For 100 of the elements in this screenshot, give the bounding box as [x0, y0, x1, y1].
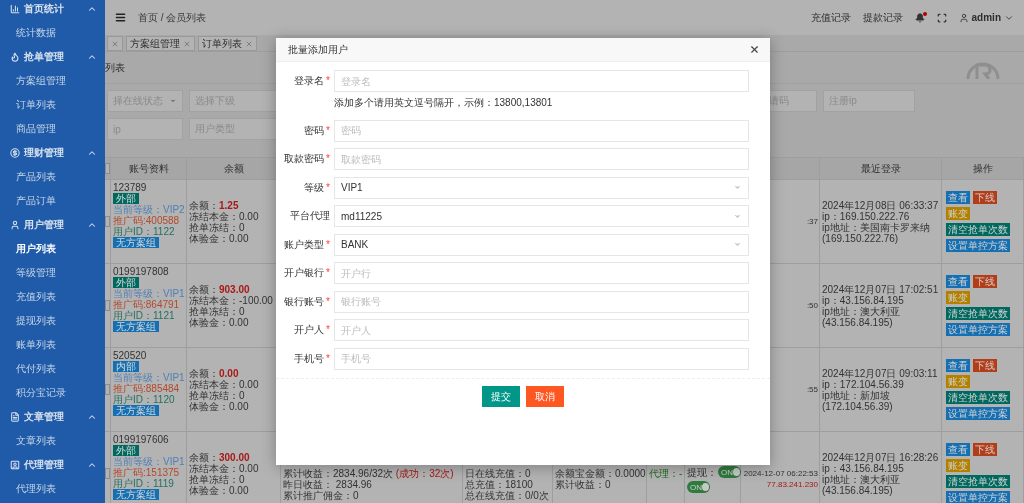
input-field[interactable]: 银行账号 [334, 290, 749, 313]
type-tag: 外部 [113, 277, 139, 288]
user-id: 用户ID：1122 [113, 226, 175, 237]
top-link[interactable]: 提款记录 [862, 10, 903, 25]
action-button[interactable]: 下线 [973, 275, 997, 288]
login-line: ip地址：新加坡 [822, 389, 890, 401]
tab[interactable]: 订单列表 [198, 36, 257, 51]
page-title: 列表 [105, 60, 125, 75]
action-button[interactable]: 下线 [973, 443, 997, 456]
toggle-switch[interactable]: ON [687, 481, 710, 493]
column-header: 操作 [942, 158, 1024, 179]
bell-icon[interactable] [914, 12, 925, 23]
action-button[interactable]: 清空抢单次数 [946, 391, 1010, 404]
action-button[interactable]: 查看 [946, 359, 970, 372]
sidebar-item[interactable]: 文章列表 [0, 429, 105, 453]
toggle-switch[interactable]: ON [718, 466, 741, 478]
sidebar-item[interactable]: 代理列表 [0, 477, 105, 501]
coin-icon [10, 148, 20, 158]
user-menu[interactable]: admin [958, 12, 1014, 23]
action-button[interactable]: 查看 [946, 443, 970, 456]
action-button[interactable]: 查看 [946, 191, 970, 204]
promo-code: 推广码:151375 [113, 467, 180, 478]
menu-icon[interactable] [115, 12, 126, 23]
register-time: :50 [806, 300, 818, 311]
action-button[interactable]: 设置单控方案 [946, 323, 1010, 336]
balance-text: 余额：1.25 [189, 199, 239, 211]
action-button[interactable]: 设置单控方案 [946, 491, 1010, 503]
action-button[interactable]: 清空抢单次数 [946, 223, 1010, 236]
checkbox[interactable] [105, 163, 110, 174]
action-button[interactable]: 账变 [946, 291, 970, 304]
user-id: 用户ID：1120 [113, 394, 175, 405]
chevron-up-icon [87, 4, 97, 14]
sidebar-group[interactable]: 抢单管理 [0, 45, 105, 69]
login-line: (169.150.222.76) [822, 232, 899, 244]
recharge-line: 总充值：18100 [465, 479, 533, 490]
sidebar-group[interactable]: 代理管理 [0, 453, 105, 477]
balance-line: 抢单冻结：0 [189, 305, 245, 317]
chevron-up-icon [87, 412, 97, 422]
sidebar-item[interactable]: 订单列表 [0, 93, 105, 117]
sidebar-item[interactable]: 充值列表 [0, 285, 105, 309]
action-button[interactable]: 下线 [973, 191, 997, 204]
flame-icon [10, 52, 20, 62]
sidebar-item[interactable]: 等级管理 [0, 261, 105, 285]
select-field[interactable]: BANK [334, 233, 749, 256]
balance-line: 冻结本金：0.00 [189, 462, 259, 474]
sidebar-item[interactable]: 账单列表 [0, 333, 105, 357]
input-field[interactable]: 手机号 [334, 347, 749, 370]
balance-line: 冻结本金：0.00 [189, 210, 259, 222]
type-tag: 外部 [113, 445, 139, 456]
checkbox[interactable] [105, 384, 110, 395]
sidebar-item[interactable]: 提现列表 [0, 309, 105, 333]
checkbox[interactable] [105, 468, 110, 479]
action-button[interactable]: 账变 [946, 375, 970, 388]
select-field[interactable]: md11225 [334, 205, 749, 227]
recharge-line: 总在线充值：0/0次 [465, 490, 549, 501]
agent-text: 代理：- [649, 468, 683, 479]
action-button[interactable]: 清空抢单次数 [946, 307, 1010, 320]
sidebar-item[interactable]: 代付列表 [0, 357, 105, 381]
sidebar-item[interactable]: 积分宝记录 [0, 381, 105, 405]
switch-label: 提现： [687, 466, 717, 478]
input-field[interactable]: 开户行 [334, 262, 749, 284]
login-line: (172.104.56.39) [822, 400, 893, 412]
fullscreen-icon[interactable] [936, 12, 947, 23]
action-button[interactable]: 设置单控方案 [946, 407, 1010, 420]
chevron-up-icon [87, 148, 97, 158]
action-button[interactable]: 账变 [946, 459, 970, 472]
login-line: ip地址：澳大利亚 [822, 305, 900, 317]
account-name: 520520 [113, 350, 147, 361]
cancel-button[interactable]: 取消 [526, 385, 564, 407]
sidebar-group[interactable]: 文章管理 [0, 405, 105, 429]
level-text: 当前等级：VIP2 [113, 204, 185, 215]
sidebar-item[interactable]: 产品订单 [0, 189, 105, 213]
top-link[interactable]: 充值记录 [810, 10, 851, 25]
type-tag: 内部 [113, 361, 139, 372]
select-field[interactable]: VIP1 [334, 176, 749, 199]
checkbox[interactable] [105, 216, 110, 227]
tab[interactable]: 方案组管理 [126, 36, 195, 51]
sidebar-item[interactable]: 统计数据 [0, 21, 105, 45]
register-time: 2024-12-07 06:22:53 [743, 468, 818, 479]
input-field[interactable]: 开户人 [334, 319, 749, 341]
sidebar-item[interactable]: 方案组管理 [0, 69, 105, 93]
action-button[interactable]: 查看 [946, 275, 970, 288]
sidebar-item[interactable]: 商品管理 [0, 117, 105, 141]
tab[interactable] [107, 36, 123, 51]
action-button[interactable]: 账变 [946, 207, 970, 220]
sidebar-group[interactable]: 理财管理 [0, 141, 105, 165]
checkbox[interactable] [105, 300, 110, 311]
close-icon[interactable] [749, 44, 760, 55]
login-line: ip地址：澳大利亚 [822, 473, 900, 485]
action-button[interactable]: 清空抢单次数 [946, 475, 1010, 488]
input-field[interactable]: 密码 [334, 119, 749, 142]
sidebar-item[interactable]: 用户列表 [0, 237, 105, 261]
sidebar-item[interactable]: 产品列表 [0, 165, 105, 189]
sidebar-group[interactable]: 首页统计 [0, 0, 105, 21]
action-button[interactable]: 下线 [973, 359, 997, 372]
dialog-title: 批量添加用户 [288, 42, 348, 57]
action-button[interactable]: 设置单控方案 [946, 239, 1010, 252]
submit-button[interactable]: 提交 [482, 385, 520, 407]
sidebar-group[interactable]: 用户管理 [0, 213, 105, 237]
promo-code: 推广码:885484 [113, 383, 180, 394]
